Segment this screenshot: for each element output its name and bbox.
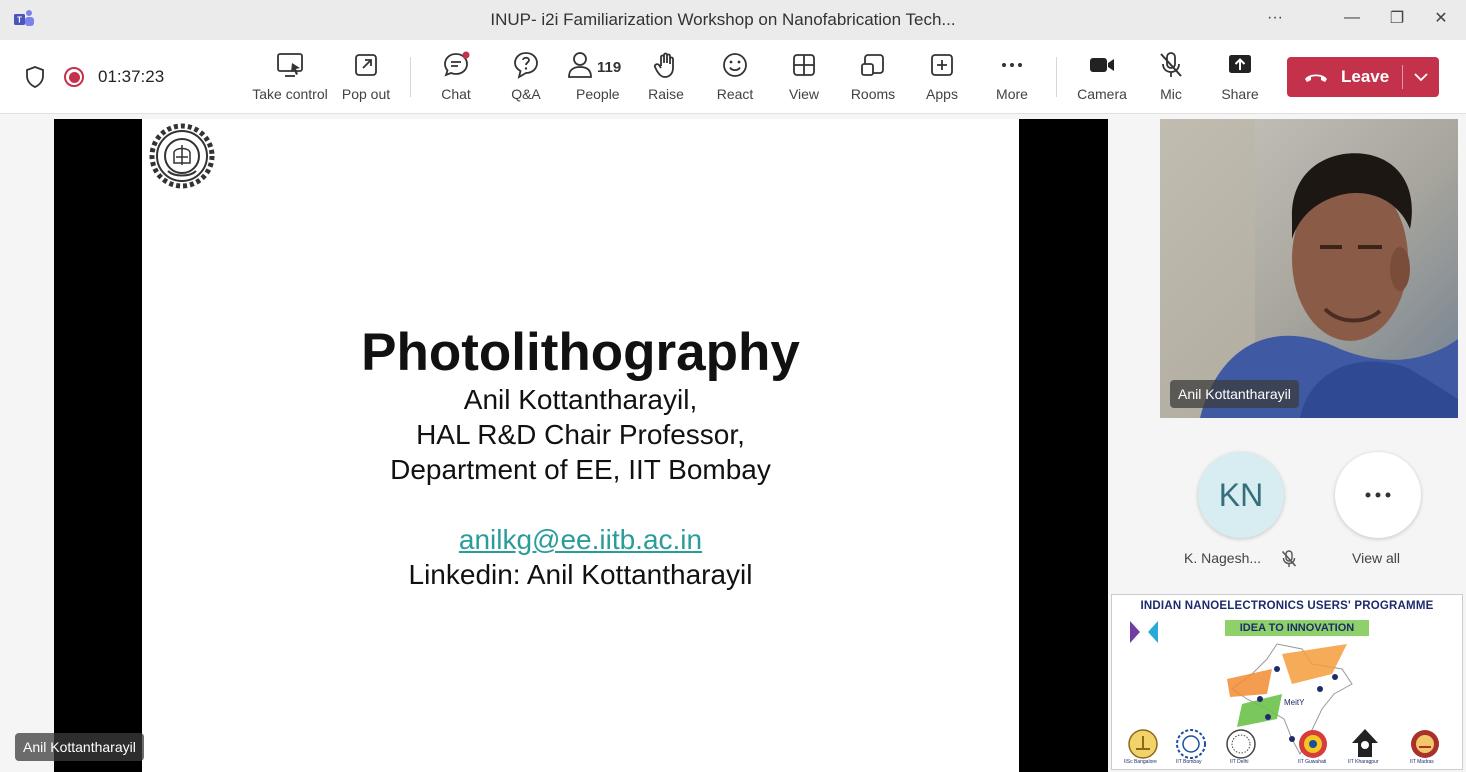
close-icon[interactable]: ✕	[1427, 6, 1455, 30]
institute-label: IISc Bangalore	[1124, 759, 1157, 765]
iit-madras-logo	[1411, 730, 1439, 758]
rooms-button[interactable]: Rooms	[849, 50, 897, 108]
participant-video-feed	[1160, 119, 1458, 418]
iit-delhi-logo	[1226, 729, 1256, 759]
mic-muted-icon	[1160, 52, 1182, 77]
window-more-icon[interactable]: ···	[1261, 6, 1289, 30]
share-button[interactable]: Share	[1216, 50, 1264, 108]
pop-out-label: Pop out	[341, 86, 391, 102]
inup-banner-title: INDIAN NANOELECTRONICS USERS' PROGRAMME	[1140, 600, 1434, 612]
add-apps-icon	[931, 54, 953, 76]
presenter-name-tag: Anil Kottantharayil	[15, 733, 144, 761]
camera-label: Camera	[1077, 86, 1127, 102]
institute-label: IIT Madras	[1410, 759, 1434, 765]
leave-label: Leave	[1341, 67, 1390, 86]
restore-icon[interactable]: ❐	[1383, 6, 1411, 30]
more-dots-icon	[1002, 63, 1022, 67]
participant-name: K. Nagesh...	[1184, 550, 1262, 566]
iit-bombay-small-logo	[1176, 729, 1206, 759]
participant-video-tile[interactable]: Anil Kottantharayil	[1160, 119, 1458, 418]
take-control-icon	[277, 53, 303, 77]
raise-hand-button[interactable]: Raise	[642, 50, 690, 108]
react-label: React	[716, 86, 754, 102]
apps-label: Apps	[926, 86, 958, 102]
shared-slide: Photolithography Anil Kottantharayil, HA…	[142, 119, 1019, 772]
apps-button[interactable]: Apps	[918, 50, 966, 108]
more-dots-icon	[1365, 492, 1391, 498]
leave-options-button[interactable]	[1403, 72, 1439, 82]
more-label: More	[996, 86, 1028, 102]
mic-label: Mic	[1160, 86, 1182, 102]
smiley-icon	[723, 53, 747, 77]
view-all-label: View all	[1352, 550, 1400, 566]
hang-up-icon	[1305, 74, 1327, 82]
inup-logo	[1130, 621, 1158, 643]
share-tray-icon	[1229, 55, 1251, 73]
iit-bombay-logo	[149, 123, 215, 189]
react-button[interactable]: React	[711, 50, 759, 108]
toolbar-divider	[1056, 57, 1057, 97]
inup-banner: INDIAN NANOELECTRONICS USERS' PROGRAMME …	[1111, 594, 1463, 770]
view-label: View	[788, 86, 820, 102]
qa-icon	[514, 52, 538, 79]
people-label: People	[576, 86, 620, 102]
rooms-label: Rooms	[850, 86, 896, 102]
raise-hand-icon	[653, 52, 674, 78]
people-count-badge: 119	[597, 59, 622, 76]
participant-avatar[interactable]: KN	[1198, 452, 1284, 538]
raise-label: Raise	[648, 86, 684, 102]
slide-position: HAL R&D Chair Professor,	[416, 419, 745, 450]
qa-label: Q&A	[511, 86, 541, 102]
slide-title: Photolithography	[361, 323, 800, 382]
qa-button[interactable]: Q&A	[502, 50, 550, 108]
iit-guwahati-logo	[1299, 730, 1327, 758]
institute-label: IIT Bombay	[1176, 759, 1202, 765]
shield-icon[interactable]	[24, 65, 46, 89]
chat-button[interactable]: Chat	[432, 50, 480, 108]
view-button[interactable]: View	[780, 50, 828, 108]
slide-department: Department of EE, IIT Bombay	[390, 454, 771, 485]
slide-linkedin: Linkedin: Anil Kottantharayil	[408, 559, 753, 590]
institute-label: IIT Guwahati	[1298, 759, 1327, 765]
meity-label: MeitY	[1284, 698, 1305, 707]
share-label: Share	[1221, 86, 1259, 102]
window-title: INUP- i2i Familiarization Workshop on Na…	[490, 10, 956, 29]
rooms-icon	[861, 54, 884, 76]
institute-label: IIT Kharagpur	[1348, 759, 1379, 765]
minimize-icon[interactable]: —	[1338, 6, 1366, 30]
camera-icon	[1090, 58, 1114, 72]
institute-label: IIT Delhi	[1230, 759, 1249, 765]
chevron-down-icon	[1414, 73, 1428, 82]
video-name-tag: Anil Kottantharayil	[1170, 380, 1299, 408]
take-control-button[interactable]: Take control	[252, 50, 328, 108]
title-bar: T INUP- i2i Familiarization Workshop on …	[0, 0, 1466, 40]
more-button[interactable]: More	[988, 50, 1036, 108]
pop-out-icon	[355, 54, 377, 76]
iit-kharagpur-logo	[1352, 729, 1378, 757]
meeting-timer: 01:37:23	[98, 67, 165, 86]
pop-out-button[interactable]: Pop out	[338, 50, 394, 108]
iisc-bangalore-logo	[1128, 729, 1158, 759]
chat-icon	[444, 51, 470, 77]
grid-view-icon	[793, 54, 815, 76]
mic-muted-icon	[1281, 550, 1297, 567]
view-all-button[interactable]	[1335, 452, 1421, 538]
chat-label: Chat	[441, 86, 471, 102]
meeting-toolbar: 01:37:23 Take control Pop out Chat Q&A P…	[0, 40, 1466, 114]
recording-icon	[64, 67, 84, 87]
leave-button[interactable]: Leave	[1287, 57, 1439, 97]
leave-main[interactable]: Leave	[1287, 57, 1402, 97]
people-icon	[568, 52, 592, 78]
toolbar-divider	[410, 57, 411, 97]
mic-button[interactable]: Mic	[1147, 50, 1195, 108]
camera-button[interactable]: Camera	[1074, 50, 1130, 108]
inup-tagline: IDEA TO INNOVATION	[1225, 620, 1369, 636]
take-control-label: Take control	[252, 86, 328, 102]
slide-email-link[interactable]: anilkg@ee.iitb.ac.in	[142, 524, 1019, 556]
slide-author: Anil Kottantharayil,	[463, 384, 698, 415]
